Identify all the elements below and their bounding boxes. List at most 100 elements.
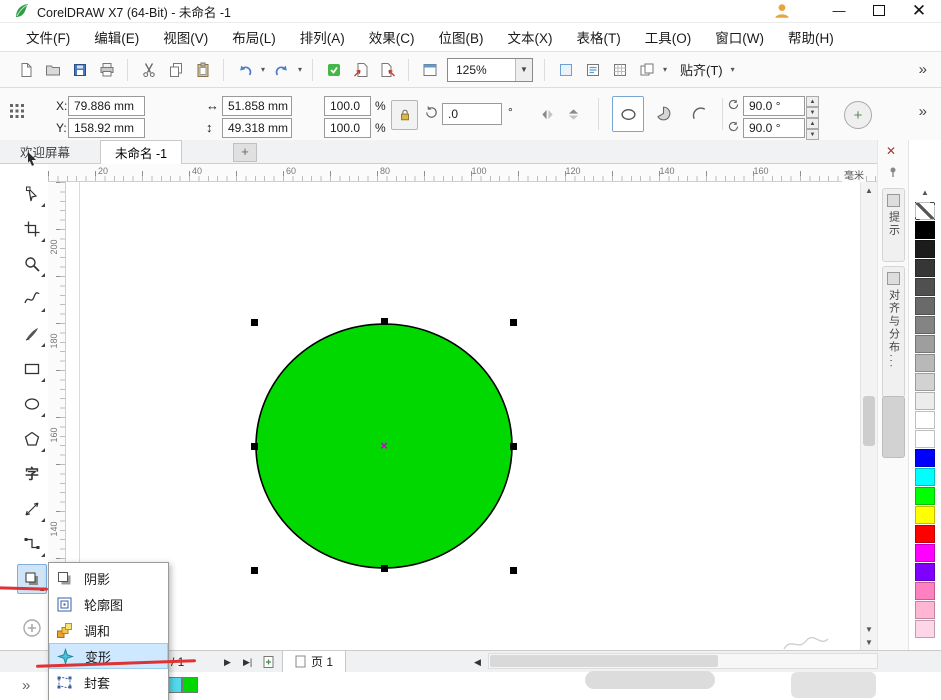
palette-swatch[interactable] xyxy=(915,316,935,334)
statusbar-overflow-button[interactable]: » xyxy=(22,677,30,694)
zoom-tool[interactable] xyxy=(17,249,47,279)
redo-button[interactable] xyxy=(268,57,295,83)
palette-swatch[interactable] xyxy=(915,487,935,505)
options-button[interactable] xyxy=(633,57,660,83)
menu-bitmaps[interactable]: 位图(B) xyxy=(427,23,496,51)
propbar-overflow-button[interactable]: » xyxy=(919,103,927,120)
dimension-tool[interactable] xyxy=(17,494,47,524)
selection-handle-top-right[interactable] xyxy=(510,319,517,326)
scroll-up-icon[interactable]: ▲ xyxy=(861,186,877,195)
show-rulers-button[interactable] xyxy=(579,57,606,83)
no-color-swatch[interactable] xyxy=(915,202,935,220)
palette-swatch[interactable] xyxy=(915,373,935,391)
scale-vertical-field[interactable]: 100.0 xyxy=(324,118,371,138)
docker-tab-hints[interactable]: 提示 xyxy=(882,188,905,262)
minimize-button[interactable]: — xyxy=(819,0,859,21)
palette-swatch[interactable] xyxy=(915,563,935,581)
convert-to-curve-button[interactable]: + xyxy=(844,101,872,129)
zoom-dropdown-chevron-icon[interactable]: ▼ xyxy=(515,59,532,81)
menu-file[interactable]: 文件(F) xyxy=(14,23,82,51)
menu-tools[interactable]: 工具(O) xyxy=(633,23,704,51)
lock-ratio-button[interactable] xyxy=(391,100,418,130)
palette-swatch[interactable] xyxy=(915,582,935,600)
text-tool[interactable]: 字 xyxy=(17,459,47,489)
menu-text[interactable]: 文本(X) xyxy=(496,23,565,51)
flyout-item-envelope[interactable]: 封套 xyxy=(49,669,168,695)
options-dropdown-chevron-icon[interactable]: ▾ xyxy=(660,65,670,74)
end-angle-field[interactable]: 90.0 ° xyxy=(743,118,805,138)
horizontal-ruler[interactable]: 20 40 60 80 100 120 140 160 毫米 xyxy=(48,164,882,182)
docker-tab-blank[interactable] xyxy=(882,396,905,458)
menu-table[interactable]: 表格(T) xyxy=(565,23,633,51)
palette-swatch[interactable] xyxy=(915,259,935,277)
snap-to-dropdown[interactable]: 贴齐(T) ▾ xyxy=(680,60,738,79)
tab-untitled-document[interactable]: 未命名 -1 xyxy=(100,140,182,165)
shape-tool[interactable] xyxy=(17,179,47,209)
rectangle-tool[interactable] xyxy=(17,354,47,384)
rotation-angle-field[interactable]: .0 xyxy=(442,103,502,125)
selection-handle-bottom-left[interactable] xyxy=(251,567,258,574)
open-button[interactable] xyxy=(39,57,66,83)
menu-arrange[interactable]: 排列(A) xyxy=(288,23,357,51)
zoom-level-select[interactable]: 125% ▼ xyxy=(447,58,533,82)
menu-effects[interactable]: 效果(C) xyxy=(357,23,427,51)
redo-dropdown-chevron-icon[interactable]: ▾ xyxy=(295,65,305,74)
pick-tool[interactable] xyxy=(17,144,47,174)
docker-tab-align-distribute[interactable]: 对齐与分布... xyxy=(882,266,905,398)
spinner-down-icon[interactable]: ▼ xyxy=(806,129,819,140)
app-launcher-button[interactable] xyxy=(416,57,443,83)
drawing-canvas[interactable]: × xyxy=(66,182,860,650)
print-button[interactable] xyxy=(93,57,120,83)
scroll-down-icon[interactable]: ▼ xyxy=(861,625,877,634)
start-angle-spinner[interactable]: ▲▼ xyxy=(806,96,819,118)
palette-swatch[interactable] xyxy=(915,392,935,410)
palette-swatch[interactable] xyxy=(915,430,935,448)
selection-handle-bottom-middle[interactable] xyxy=(381,565,388,572)
vertical-scroll-thumb[interactable] xyxy=(863,396,875,446)
mirror-horizontal-button[interactable] xyxy=(536,103,559,125)
save-button[interactable] xyxy=(66,57,93,83)
flyout-item-drop-shadow[interactable]: 阴影 xyxy=(49,565,168,591)
flyout-item-partial[interactable] xyxy=(49,695,168,700)
end-angle-spinner[interactable]: ▲▼ xyxy=(806,118,819,140)
import-button[interactable] xyxy=(347,57,374,83)
palette-swatch[interactable] xyxy=(915,221,935,239)
scale-horizontal-field[interactable]: 100.0 xyxy=(324,96,371,116)
close-button[interactable]: ✕ xyxy=(899,0,939,21)
object-center-marker[interactable]: × xyxy=(380,438,388,453)
menu-help[interactable]: 帮助(H) xyxy=(776,23,846,51)
page-tab-1[interactable]: 页 1 xyxy=(282,651,346,673)
palette-swatch[interactable] xyxy=(915,278,935,296)
mirror-vertical-button[interactable] xyxy=(562,103,585,125)
palette-swatch[interactable] xyxy=(915,411,935,429)
search-content-button[interactable] xyxy=(320,57,347,83)
freehand-tool[interactable] xyxy=(17,284,47,314)
undo-dropdown-chevron-icon[interactable]: ▾ xyxy=(258,65,268,74)
palette-swatch[interactable] xyxy=(915,620,935,638)
pie-shape-button[interactable] xyxy=(648,96,678,130)
palette-swatch[interactable] xyxy=(915,354,935,372)
palette-swatch[interactable] xyxy=(915,468,935,486)
spinner-down-icon[interactable]: ▼ xyxy=(806,107,819,118)
palette-swatch[interactable] xyxy=(915,506,935,524)
polygon-tool[interactable] xyxy=(17,424,47,454)
hscroll-left-icon[interactable]: ◀ xyxy=(474,657,481,668)
add-page-icon[interactable] xyxy=(262,655,276,669)
scroll-down-page-icon[interactable]: ▼ xyxy=(861,638,877,647)
object-height-field[interactable]: 49.318 mm xyxy=(222,118,292,138)
palette-swatch[interactable] xyxy=(915,297,935,315)
object-width-field[interactable]: 51.858 mm xyxy=(222,96,292,116)
spinner-up-icon[interactable]: ▲ xyxy=(806,96,819,107)
spinner-up-icon[interactable]: ▲ xyxy=(806,118,819,129)
maximize-button[interactable] xyxy=(859,0,899,21)
selection-handle-middle-right[interactable] xyxy=(510,443,517,450)
vertical-scrollbar[interactable]: ▲ ▼ ▼ xyxy=(860,182,877,650)
palette-swatch[interactable] xyxy=(915,449,935,467)
show-grid-button[interactable] xyxy=(606,57,633,83)
menu-window[interactable]: 窗口(W) xyxy=(703,23,776,51)
last-page-icon[interactable]: ▶| xyxy=(243,657,252,668)
palette-scroll-up-icon[interactable]: ▲ xyxy=(909,188,941,197)
flyout-item-blend[interactable]: 调和 xyxy=(49,617,168,643)
ellipse-shape-button[interactable] xyxy=(612,96,644,132)
selection-handle-bottom-right[interactable] xyxy=(510,567,517,574)
